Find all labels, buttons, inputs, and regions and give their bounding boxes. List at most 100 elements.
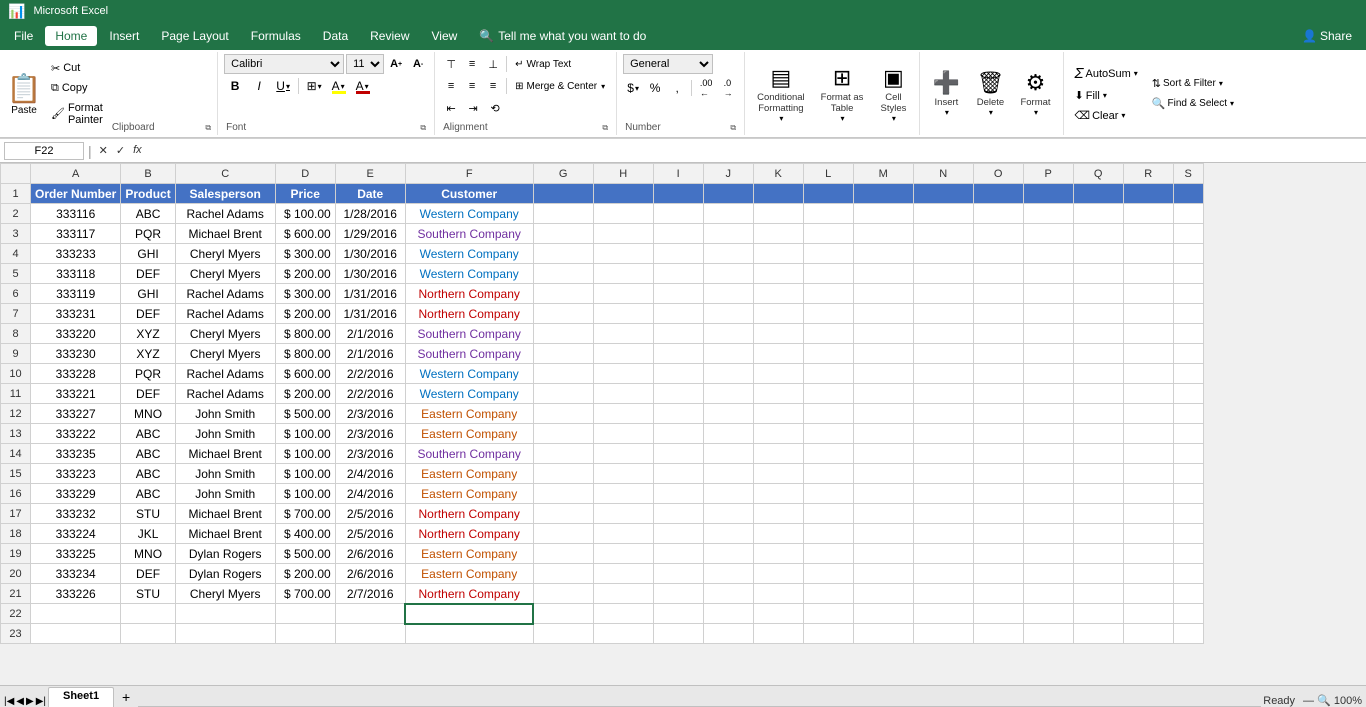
scroll-next-tab[interactable]: ▶ <box>26 696 34 707</box>
cell-empty-7-12[interactable] <box>1173 304 1203 324</box>
cell-D18[interactable]: $ 400.00 <box>275 524 335 544</box>
cell-empty-13-3[interactable] <box>703 424 753 444</box>
cell-empty-20-6[interactable] <box>853 564 913 584</box>
cell-C18[interactable]: Michael Brent <box>175 524 275 544</box>
cell-empty-4-5[interactable] <box>803 244 853 264</box>
cell-empty-4-1[interactable] <box>593 244 653 264</box>
cell-empty-12-6[interactable] <box>853 404 913 424</box>
cell-empty-9-10[interactable] <box>1073 344 1123 364</box>
cell-empty-23-9[interactable] <box>703 624 753 644</box>
cell-D8[interactable]: $ 800.00 <box>275 324 335 344</box>
cell-empty-14-5[interactable] <box>803 444 853 464</box>
row-header-19[interactable]: 19 <box>1 544 31 564</box>
cell-empty-22-14[interactable] <box>973 604 1023 624</box>
cell-empty-13-4[interactable] <box>753 424 803 444</box>
cell-B17[interactable]: STU <box>121 504 175 524</box>
cell-C8[interactable]: Cheryl Myers <box>175 324 275 344</box>
cell-empty-4-8[interactable] <box>973 244 1023 264</box>
cell-B21[interactable]: STU <box>121 584 175 604</box>
cell-F3[interactable]: Southern Company <box>405 224 533 244</box>
cell-E5[interactable]: 1/30/2016 <box>335 264 405 284</box>
confirm-formula-button[interactable]: ✓ <box>113 143 128 158</box>
cell-E12[interactable]: 2/3/2016 <box>335 404 405 424</box>
cell-empty-22-7[interactable] <box>593 604 653 624</box>
cell-empty-20-0[interactable] <box>533 564 593 584</box>
cell-empty-9-8[interactable] <box>973 344 1023 364</box>
cell-empty-9-4[interactable] <box>753 344 803 364</box>
col-header-K[interactable]: K <box>753 164 803 184</box>
fill-button[interactable]: ⬇ Fill ▾ <box>1070 86 1143 105</box>
cell-empty-2-12[interactable] <box>1173 204 1203 224</box>
cell-empty-3-4[interactable] <box>753 224 803 244</box>
decrease-decimal-button[interactable]: .0→ <box>718 78 738 98</box>
cell-empty-18-1[interactable] <box>593 524 653 544</box>
cell-F9[interactable]: Southern Company <box>405 344 533 364</box>
cell-C5[interactable]: Cheryl Myers <box>175 264 275 284</box>
col-header-S[interactable]: S <box>1173 164 1203 184</box>
cell-empty-19-7[interactable] <box>913 544 973 564</box>
cell-empty-14-12[interactable] <box>1173 444 1203 464</box>
cell-empty-23-17[interactable] <box>1123 624 1173 644</box>
cell-empty-8-8[interactable] <box>973 324 1023 344</box>
cell-B20[interactable]: DEF <box>121 564 175 584</box>
cell-empty-18-10[interactable] <box>1073 524 1123 544</box>
cell-empty-5-3[interactable] <box>703 264 753 284</box>
scroll-prev-tab[interactable]: ◀ <box>16 696 24 707</box>
row-header-12[interactable]: 12 <box>1 404 31 424</box>
bottom-align-button[interactable]: ⊥ <box>483 54 503 74</box>
cell-empty-22-3[interactable] <box>275 604 335 624</box>
cell-empty-3-1[interactable] <box>593 224 653 244</box>
cell-empty-8-5[interactable] <box>803 324 853 344</box>
cell-empty-13-8[interactable] <box>973 424 1023 444</box>
cell-C3[interactable]: Michael Brent <box>175 224 275 244</box>
cell-B4[interactable]: GHI <box>121 244 175 264</box>
cell-empty-4-4[interactable] <box>753 244 803 264</box>
cell-A1[interactable]: Order Number <box>31 184 121 204</box>
insert-function-button[interactable]: fx <box>130 143 145 158</box>
cell-empty-4-10[interactable] <box>1073 244 1123 264</box>
cell-F6[interactable]: Northern Company <box>405 284 533 304</box>
cell-empty-22-9[interactable] <box>703 604 753 624</box>
cell-empty-13-1[interactable] <box>593 424 653 444</box>
cell-empty-12-3[interactable] <box>703 404 753 424</box>
cell-A15[interactable]: 333223 <box>31 464 121 484</box>
cell-empty-9-12[interactable] <box>1173 344 1203 364</box>
cell-empty-3-11[interactable] <box>1123 224 1173 244</box>
cell-A12[interactable]: 333227 <box>31 404 121 424</box>
cell-empty-8-0[interactable] <box>533 324 593 344</box>
cell-D2[interactable]: $ 100.00 <box>275 204 335 224</box>
cell-empty-15-4[interactable] <box>753 464 803 484</box>
cell-empty-22-17[interactable] <box>1123 604 1173 624</box>
cell-empty-14-10[interactable] <box>1073 444 1123 464</box>
cell-empty-23-2[interactable] <box>175 624 275 644</box>
cell-E4[interactable]: 1/30/2016 <box>335 244 405 264</box>
cell-E10[interactable]: 2/2/2016 <box>335 364 405 384</box>
cell-empty-21-4[interactable] <box>753 584 803 604</box>
cell-empty-17-6[interactable] <box>853 504 913 524</box>
cell-J1[interactable] <box>703 184 753 204</box>
cell-empty-15-2[interactable] <box>653 464 703 484</box>
cell-empty-20-9[interactable] <box>1023 564 1073 584</box>
row-header-6[interactable]: 6 <box>1 284 31 304</box>
cell-D7[interactable]: $ 200.00 <box>275 304 335 324</box>
cell-empty-10-2[interactable] <box>653 364 703 384</box>
cell-empty-19-8[interactable] <box>973 544 1023 564</box>
cell-F13[interactable]: Eastern Company <box>405 424 533 444</box>
cell-empty-7-9[interactable] <box>1023 304 1073 324</box>
cell-P1[interactable] <box>1023 184 1073 204</box>
cell-empty-6-9[interactable] <box>1023 284 1073 304</box>
col-header-Q[interactable]: Q <box>1073 164 1123 184</box>
cell-empty-13-5[interactable] <box>803 424 853 444</box>
cell-empty-23-18[interactable] <box>1173 624 1203 644</box>
cell-empty-18-3[interactable] <box>703 524 753 544</box>
cell-empty-23-8[interactable] <box>653 624 703 644</box>
cell-C21[interactable]: Cheryl Myers <box>175 584 275 604</box>
cell-empty-2-8[interactable] <box>973 204 1023 224</box>
cell-F12[interactable]: Eastern Company <box>405 404 533 424</box>
cell-empty-5-9[interactable] <box>1023 264 1073 284</box>
font-expand-icon[interactable]: ⧉ <box>420 123 426 133</box>
cell-empty-6-3[interactable] <box>703 284 753 304</box>
bold-button[interactable]: B <box>224 76 246 96</box>
cell-E2[interactable]: 1/28/2016 <box>335 204 405 224</box>
cell-empty-13-6[interactable] <box>853 424 913 444</box>
